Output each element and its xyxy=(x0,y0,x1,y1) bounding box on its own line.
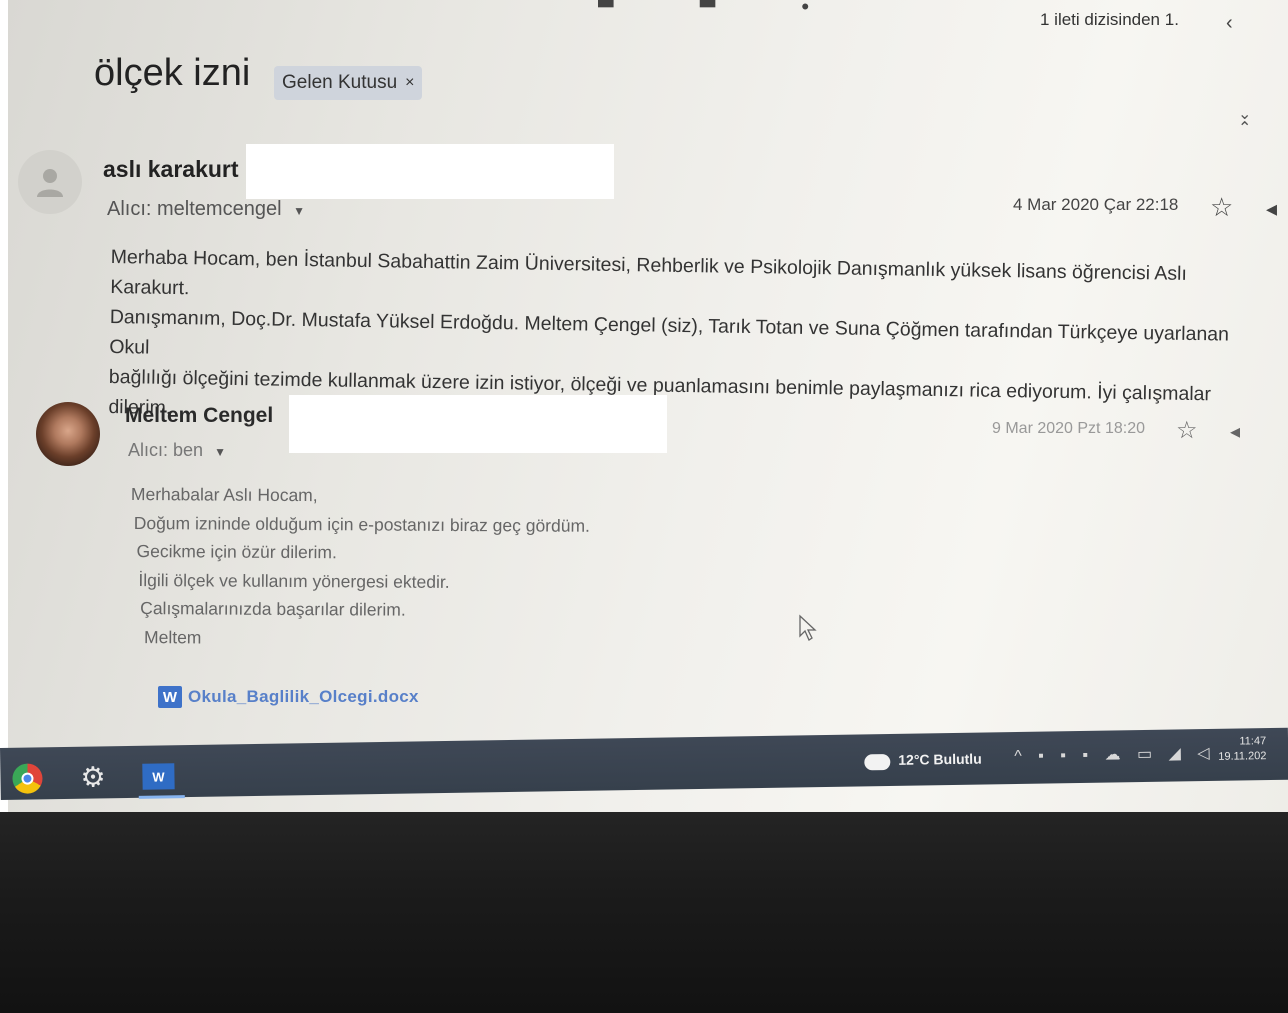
person-icon xyxy=(37,169,63,197)
cloud-icon[interactable] xyxy=(864,754,891,771)
redacted-email-box xyxy=(246,144,614,199)
recipient-line: Alıcı: meltemcengel ▼ xyxy=(107,198,305,221)
thread-count: 1 ileti dizisinden 1. xyxy=(1040,10,1179,29)
word-app-icon[interactable]: W xyxy=(142,763,175,790)
system-tray-icons[interactable]: ^ ▪ ▪ ▪ ☁ ▭ ◢ ◁ xyxy=(1014,743,1216,766)
recipient-prefix: Alıcı: xyxy=(107,198,152,220)
recipient-line: Alıcı: ben ▼ xyxy=(128,440,226,461)
chrome-icon[interactable] xyxy=(12,763,43,794)
reply-icon[interactable]: ◂ xyxy=(1266,196,1277,222)
attachment-filename[interactable]: Okula_Baglilik_Olcegi.docx xyxy=(188,687,419,707)
reply-icon[interactable]: ◂ xyxy=(1230,419,1240,444)
body-line: İlgili ölçek ve kullanım yönergesi ekted… xyxy=(138,569,450,592)
weather-text[interactable]: 12°C Bulutlu xyxy=(898,751,982,768)
expand-all-icon[interactable]: ⌄ ⌃ xyxy=(1238,107,1251,137)
sender-avatar-default[interactable] xyxy=(18,150,82,214)
clock-time: 11:47 xyxy=(1239,735,1267,748)
email-subject: ölçek izni xyxy=(94,52,251,94)
label-chip-text: Gelen Kutusu xyxy=(282,72,398,93)
details-caret-icon[interactable]: ▼ xyxy=(214,445,226,459)
recipient-prefix: Alıcı: xyxy=(128,440,169,460)
sender-name[interactable]: Meltem Cengel xyxy=(125,404,273,428)
settings-gear-icon[interactable]: ⚙ xyxy=(80,760,106,793)
remove-label-icon[interactable]: × xyxy=(405,74,414,92)
recipient-name: ben xyxy=(173,440,204,460)
gmail-screen: ▀ ▀ • 1 ileti dizisinden 1. ‹ ölçek izni… xyxy=(8,0,1288,812)
label-chip-inbox[interactable]: Gelen Kutusu × xyxy=(274,66,423,100)
clock-date: 19.11.202 xyxy=(1218,750,1267,763)
recipient-name: meltemcengel xyxy=(157,198,282,220)
message-body: Merhaba Hocam, ben İstanbul Sabahattin Z… xyxy=(108,242,1271,440)
body-line: Gecikme için özür dilerim. xyxy=(136,541,337,563)
message-date: 4 Mar 2020 Çar 22:18 xyxy=(1013,195,1179,214)
mouse-pointer-icon xyxy=(799,614,817,641)
toolbar-icons-partial[interactable]: ▀ ▀ • xyxy=(598,0,849,20)
message-body: Merhabalar Aslı Hocam, Doğum izninde old… xyxy=(130,480,590,654)
body-line: Doğum izninde olduğum için e-postanızı b… xyxy=(133,512,591,536)
redacted-email-box xyxy=(289,395,667,453)
sender-name[interactable]: aslı karakurt xyxy=(103,156,239,183)
attachment-link[interactable]: W Okula_Baglilik_Olcegi.docx xyxy=(158,686,419,708)
sender-avatar-photo[interactable] xyxy=(36,402,100,466)
taskbar-clock[interactable]: 11:47 19.11.202 xyxy=(1218,734,1267,765)
left-bezel xyxy=(0,0,8,812)
star-icon[interactable]: ☆ xyxy=(1176,416,1198,445)
details-caret-icon[interactable]: ▼ xyxy=(293,204,305,218)
desk-background xyxy=(0,812,1288,1013)
chevron-left-icon[interactable]: ‹ xyxy=(1226,12,1233,35)
message-date: 9 Mar 2020 Pzt 18:20 xyxy=(992,420,1145,437)
body-line: Merhabalar Aslı Hocam, xyxy=(130,483,318,506)
star-icon[interactable]: ☆ xyxy=(1210,192,1233,223)
body-line: Meltem xyxy=(143,626,202,647)
body-line: Çalışmalarınızda başarılar dilerim. xyxy=(140,598,406,620)
word-doc-icon: W xyxy=(158,686,182,708)
